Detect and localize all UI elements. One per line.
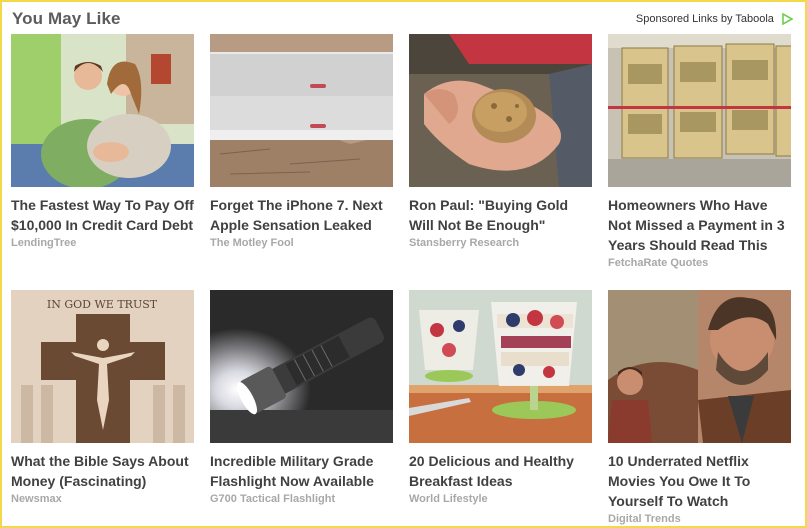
card-bible-money[interactable]: IN GOD WE TRUST What the Bible Says Abou… xyxy=(11,290,194,505)
card-headline[interactable]: Homeowners Who Have Not Missed a Payment… xyxy=(608,195,791,255)
card-headline[interactable]: The Fastest Way To Pay Off $10,000 In Cr… xyxy=(11,195,194,235)
card-source[interactable]: G700 Tactical Flashlight xyxy=(210,493,393,505)
card-source[interactable]: Newsmax xyxy=(11,493,194,505)
flashlight-image[interactable] xyxy=(210,290,393,443)
card-source[interactable]: World Lifestyle xyxy=(409,493,592,505)
in-god-we-trust-image[interactable]: IN GOD WE TRUST xyxy=(11,290,194,443)
card-headline[interactable]: Incredible Military Grade Flashlight Now… xyxy=(210,451,393,491)
widget-header: You May Like Sponsored Links by Taboola xyxy=(12,8,793,32)
gold-nugget-hand-image[interactable] xyxy=(409,34,592,187)
card-headline[interactable]: 10 Underrated Netflix Movies You Owe It … xyxy=(608,451,791,511)
card-source[interactable]: LendingTree xyxy=(11,237,194,249)
couple-on-couch-image[interactable] xyxy=(11,34,194,187)
dollar-bills-image[interactable] xyxy=(608,34,791,187)
card-headline[interactable]: 20 Delicious and Healthy Breakfast Ideas xyxy=(409,451,592,491)
widget-title: You May Like xyxy=(12,9,121,28)
card-ron-paul-gold[interactable]: Ron Paul: "Buying Gold Will Not Be Enoug… xyxy=(409,34,592,249)
iphone-on-wood-image[interactable] xyxy=(210,34,393,187)
svg-text:IN GOD WE TRUST: IN GOD WE TRUST xyxy=(47,298,158,311)
taboola-widget: You May Like Sponsored Links by Taboola xyxy=(0,0,807,528)
card-headline[interactable]: What the Bible Says About Money (Fascina… xyxy=(11,451,194,491)
card-breakfast[interactable]: 20 Delicious and Healthy Breakfast Ideas… xyxy=(409,290,592,505)
card-flashlight[interactable]: Incredible Military Grade Flashlight Now… xyxy=(210,290,393,505)
card-netflix-movies[interactable]: 10 Underrated Netflix Movies You Owe It … xyxy=(608,290,791,525)
card-source[interactable]: FetchaRate Quotes xyxy=(608,257,791,269)
card-headline[interactable]: Forget The iPhone 7. Next Apple Sensatio… xyxy=(210,195,393,235)
sponsored-label: Sponsored Links by Taboola xyxy=(635,13,774,25)
card-credit-card-debt[interactable]: The Fastest Way To Pay Off $10,000 In Cr… xyxy=(11,34,194,249)
card-source[interactable]: Stansberry Research xyxy=(409,237,592,249)
card-source[interactable]: Digital Trends xyxy=(608,513,791,525)
taboola-play-icon xyxy=(782,13,793,26)
card-source[interactable]: The Motley Fool xyxy=(210,237,393,249)
card-iphone[interactable]: Forget The iPhone 7. Next Apple Sensatio… xyxy=(210,34,393,249)
bearded-man-image[interactable] xyxy=(608,290,791,443)
parfait-image[interactable] xyxy=(409,290,592,443)
sponsored-link[interactable]: Sponsored Links by Taboola xyxy=(635,13,793,26)
card-headline[interactable]: Ron Paul: "Buying Gold Will Not Be Enoug… xyxy=(409,195,592,235)
card-homeowners[interactable]: Homeowners Who Have Not Missed a Payment… xyxy=(608,34,791,269)
